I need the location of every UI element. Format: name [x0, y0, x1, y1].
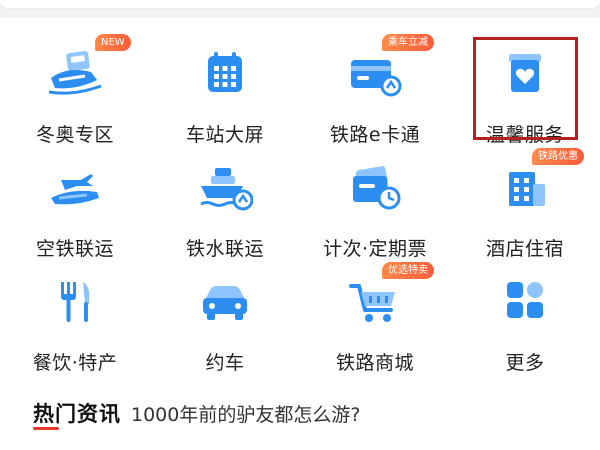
- service-winter-olympics[interactable]: NEW 冬奥专区: [0, 34, 150, 148]
- service-car-hailing[interactable]: 约车: [150, 266, 300, 376]
- rail-discount-badge: 铁路优惠: [532, 148, 584, 165]
- shopping-cart-icon: [349, 284, 395, 322]
- service-label: 计次·定期票: [322, 238, 428, 260]
- winter-olympics-train-icon: [48, 50, 102, 95]
- service-label: 空铁联运: [35, 238, 114, 260]
- hot-news-section-title: 热门资讯: [33, 398, 121, 430]
- airplane-train-icon: [51, 174, 99, 205]
- service-label: 餐饮·特产: [32, 352, 118, 374]
- top-card-edge: [0, 0, 600, 8]
- service-more[interactable]: 更多: [450, 266, 600, 376]
- discount-badge: 乘车立减: [382, 34, 434, 51]
- calendar-grid-icon: [208, 52, 242, 92]
- service-air-rail[interactable]: 空铁联运: [0, 152, 150, 262]
- ticket-clock-icon: [353, 166, 401, 210]
- service-label: 车站大屏: [185, 124, 264, 146]
- rail-card-icon: [351, 60, 402, 97]
- service-label: 铁水联运: [185, 238, 264, 260]
- hot-news-headline[interactable]: 1000年前的驴友都怎么游?: [131, 400, 360, 427]
- selection-highlight-box: [473, 37, 578, 140]
- service-periodic-ticket[interactable]: 计次·定期票: [300, 152, 450, 262]
- service-rail-mall[interactable]: 优选特卖 铁路商城: [300, 262, 450, 376]
- new-badge: NEW: [95, 34, 131, 51]
- service-food[interactable]: 餐饮·特产: [0, 266, 150, 376]
- service-label: 酒店住宿: [485, 238, 564, 260]
- service-label: 铁路商城: [335, 352, 414, 374]
- four-squares-icon: [507, 282, 543, 318]
- special-sale-badge: 优选特卖: [382, 262, 434, 279]
- service-label: 更多: [505, 352, 545, 374]
- service-label: 冬奥专区: [35, 124, 114, 146]
- hotel-building-icon: [509, 172, 545, 206]
- service-rail-ecard[interactable]: 乘车立减 铁路e卡通: [300, 34, 450, 148]
- service-hotel[interactable]: 铁路优惠 酒店住宿: [450, 148, 600, 262]
- service-rail-water[interactable]: 铁水联运: [150, 152, 300, 262]
- service-station-screen[interactable]: 车站大屏: [150, 38, 300, 148]
- ship-icon: [200, 168, 253, 211]
- hot-news-row[interactable]: 热门资讯 1000年前的驴友都怎么游?: [33, 396, 360, 430]
- fork-knife-icon: [61, 282, 90, 322]
- car-icon: [203, 286, 247, 320]
- service-label: 约车: [205, 352, 245, 374]
- service-label: 铁路e卡通: [329, 124, 421, 146]
